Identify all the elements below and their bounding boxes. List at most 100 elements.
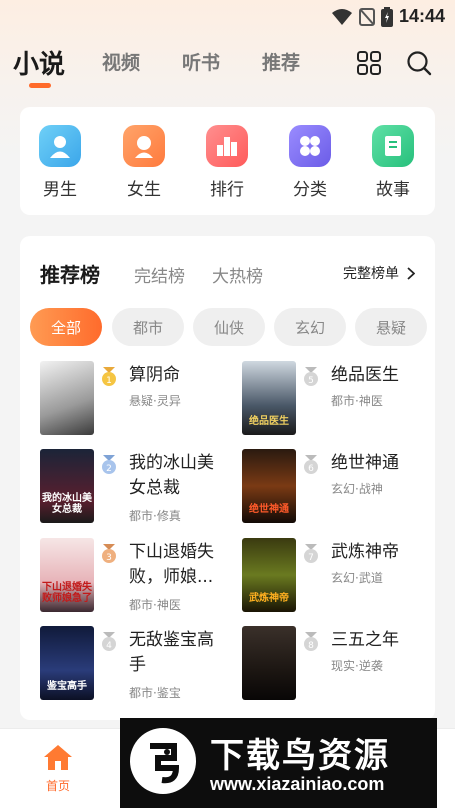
gold-medal-icon: 1 <box>102 367 116 386</box>
quick-entry-label: 男生 <box>43 180 77 200</box>
quick-entry-label: 女生 <box>127 180 161 200</box>
rank-badge-icon: 5 <box>304 367 318 386</box>
quick-entry-male[interactable]: 男生 <box>30 125 90 200</box>
book-tags: 都市·神医 <box>129 598 181 612</box>
top-nav: 小说 视频 听书 推荐 <box>0 40 455 90</box>
rank-badge-icon: 8 <box>304 632 318 651</box>
ranking-icon <box>206 125 248 167</box>
tab-recommend[interactable]: 推荐 <box>262 48 300 75</box>
silver-medal-icon: 2 <box>102 455 116 474</box>
rank-badge-icon: 6 <box>304 455 318 474</box>
book-title: 三五之年 <box>331 630 399 650</box>
status-time: 14:44 <box>398 6 445 26</box>
rank-number: 2 <box>106 464 112 474</box>
battery-icon <box>380 6 393 27</box>
quick-entry-female[interactable]: 女生 <box>114 125 174 200</box>
rank-number: 5 <box>308 376 314 386</box>
female-icon <box>123 125 165 167</box>
book-title: 下山退婚失败，师娘... <box>129 542 214 587</box>
quick-entry-card: 男生 女生 排行 分类 故事 <box>20 107 435 215</box>
quick-entry-label: 排行 <box>210 180 244 200</box>
book-cover: 绝品医生 <box>242 361 296 435</box>
book-item[interactable]: 1 算阴命 悬疑·灵异 <box>40 361 230 437</box>
wifi-icon <box>331 8 352 25</box>
rank-badge-icon: 4 <box>102 632 116 651</box>
book-cover: 武炼神帝 <box>242 538 296 612</box>
book-tags: 都市·鉴宝 <box>129 686 181 700</box>
rank-number: 4 <box>106 641 112 651</box>
full-ranking-link[interactable]: 完整榜单 <box>343 263 415 283</box>
book-title: 绝世神通 <box>331 453 399 473</box>
tab-recommend-rank[interactable]: 推荐榜 <box>40 259 100 288</box>
chevron-right-icon <box>407 266 415 280</box>
no-signal-icon <box>358 7 375 26</box>
rank-number: 7 <box>308 553 314 563</box>
quick-entry-story[interactable]: 故事 <box>363 125 423 200</box>
book-title: 我的冰山美女总裁 <box>129 453 214 498</box>
book-tags: 悬疑·灵异 <box>129 394 181 408</box>
rank-badge-icon: 7 <box>304 544 318 563</box>
tab-novel[interactable]: 小说 <box>13 44 65 81</box>
grid-icon[interactable] <box>356 50 382 76</box>
ranking-tabs: 推荐榜 完结榜 大热榜 完整榜单 <box>40 258 415 288</box>
nav-home[interactable]: 首页 <box>38 743 78 794</box>
quick-entry-ranking[interactable]: 排行 <box>197 125 257 200</box>
home-icon <box>44 745 72 770</box>
rank-number: 8 <box>308 641 314 651</box>
tab-completed-rank[interactable]: 完结榜 <box>134 262 185 287</box>
bronze-medal-icon: 3 <box>102 544 116 563</box>
book-item[interactable]: 绝世神通 6 绝世神通 玄幻·战神 <box>242 449 432 525</box>
chip-all[interactable]: 全部 <box>30 308 102 346</box>
book-tags: 玄幻·战神 <box>331 482 383 496</box>
cover-title: 绝世神通 <box>249 504 289 515</box>
nav-home-label: 首页 <box>45 779 70 793</box>
quick-entry-label: 分类 <box>293 180 327 200</box>
tab-audiobook[interactable]: 听书 <box>182 48 220 75</box>
book-item[interactable]: 下山退婚失败师娘急了 3 下山退婚失败，师娘... 都市·神医 <box>40 538 230 614</box>
book-cover <box>40 361 94 435</box>
watermark-banner: 下载鸟资源 www.xiazainiao.com <box>120 718 437 808</box>
bird-logo-icon <box>130 728 196 794</box>
chip-urban[interactable]: 都市 <box>112 308 184 346</box>
chip-mystery[interactable]: 悬疑 <box>355 308 427 346</box>
book-item[interactable]: 武炼神帝 7 武炼神帝 玄幻·武道 <box>242 538 432 614</box>
story-icon <box>372 125 414 167</box>
book-title: 武炼神帝 <box>331 542 399 562</box>
category-chips: 全部 都市 仙侠 玄幻 悬疑 <box>30 308 435 346</box>
book-cover <box>242 626 296 700</box>
book-item[interactable]: 鉴宝高手 4 无敌鉴宝高手 都市·鉴宝 <box>40 626 230 702</box>
book-tags: 都市·神医 <box>331 394 383 408</box>
quick-entry-label: 故事 <box>376 180 410 200</box>
book-item[interactable]: 我的冰山美女总裁 2 我的冰山美女总裁 都市·修真 <box>40 449 230 525</box>
tab-video[interactable]: 视频 <box>102 48 140 75</box>
chip-fantasy[interactable]: 玄幻 <box>274 308 346 346</box>
full-ranking-label: 完整榜单 <box>343 266 399 282</box>
book-cover: 绝世神通 <box>242 449 296 523</box>
quick-entry-category[interactable]: 分类 <box>280 125 340 200</box>
cover-title: 下山退婚失败师娘急了 <box>42 582 92 604</box>
tab-hot-rank[interactable]: 大热榜 <box>212 262 263 287</box>
cover-title: 鉴宝高手 <box>47 681 87 692</box>
cover-title: 我的冰山美女总裁 <box>42 493 92 515</box>
rank-number: 3 <box>106 553 112 563</box>
book-cover: 鉴宝高手 <box>40 626 94 700</box>
search-icon[interactable] <box>406 50 432 76</box>
rank-number: 6 <box>308 464 314 474</box>
category-icon <box>289 125 331 167</box>
watermark-title: 下载鸟资源 <box>210 736 390 776</box>
book-tags: 现实·逆袭 <box>331 659 383 673</box>
status-bar: 14:44 <box>0 0 455 32</box>
ranking-card: 推荐榜 完结榜 大热榜 完整榜单 全部 都市 仙侠 玄幻 悬疑 1 算阴命 悬疑… <box>20 236 435 720</box>
book-item[interactable]: 绝品医生 5 绝品医生 都市·神医 <box>242 361 432 437</box>
cover-title: 武炼神帝 <box>249 593 289 604</box>
watermark-url: www.xiazainiao.com <box>210 774 385 794</box>
book-title: 无敌鉴宝高手 <box>129 630 214 675</box>
book-item[interactable]: 8 三五之年 现实·逆袭 <box>242 626 432 702</box>
chip-xianxia[interactable]: 仙侠 <box>193 308 265 346</box>
status-icons: 14:44 <box>331 6 445 27</box>
cover-title: 绝品医生 <box>249 416 289 427</box>
book-title: 算阴命 <box>129 365 180 385</box>
rank-number: 1 <box>106 376 112 386</box>
book-tags: 都市·修真 <box>129 509 181 523</box>
active-tab-indicator <box>29 83 51 88</box>
